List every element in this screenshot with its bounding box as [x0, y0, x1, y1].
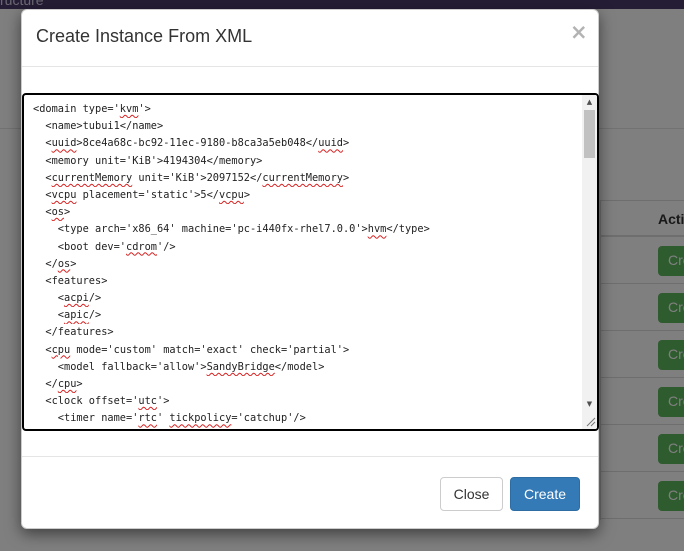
- scroll-thumb[interactable]: [584, 110, 595, 158]
- xml-line: <timer name='rtc' tickpolicy='catchup'/>: [33, 412, 306, 425]
- resize-grip-icon[interactable]: [584, 415, 596, 427]
- xml-line: <memory unit='KiB'>4194304</memory>: [33, 154, 263, 167]
- modal-header: Create Instance From XML ×: [22, 10, 598, 67]
- xml-line: <cpu mode='custom' match='exact' check='…: [33, 343, 350, 356]
- xml-line: </features>: [33, 326, 114, 339]
- scroll-up-arrow-icon[interactable]: ▲: [582, 95, 597, 109]
- xml-line: <boot dev='cdrom'/>: [33, 240, 176, 253]
- xml-line: </os>: [33, 257, 77, 270]
- xml-line: <domain type='kvm'>: [33, 103, 151, 115]
- editor-scrollbar[interactable]: ▲ ▼: [582, 95, 597, 429]
- xml-content: <domain type='kvm'> <name>tubui1</name> …: [33, 101, 581, 428]
- xml-textarea[interactable]: <domain type='kvm'> <name>tubui1</name> …: [22, 93, 599, 431]
- modal-title: Create Instance From XML: [36, 26, 253, 46]
- xml-line: <vcpu placement='static'>5</vcpu>: [33, 188, 251, 201]
- xml-line: <acpi/>: [33, 292, 102, 305]
- xml-line: <uuid>8ce4a68c-bc92-11ec-9180-b8ca3a5eb0…: [33, 137, 350, 150]
- modal-footer: Close Create: [22, 456, 598, 528]
- xml-line: <model fallback='allow'>SandyBridge</mod…: [33, 360, 325, 373]
- close-button[interactable]: Close: [440, 477, 503, 511]
- xml-line: <type arch='x86_64' machine='pc-i440fx-r…: [33, 223, 430, 236]
- create-instance-modal: Create Instance From XML × <domain type=…: [21, 9, 599, 529]
- xml-line: <os>: [33, 206, 71, 219]
- xml-line: </cpu>: [33, 378, 83, 390]
- scroll-down-arrow-icon[interactable]: ▼: [582, 397, 597, 411]
- xml-line: <currentMemory unit='KiB'>2097152</curre…: [33, 171, 350, 184]
- create-button[interactable]: Create: [510, 477, 580, 511]
- xml-line: <name>tubui1</name>: [33, 120, 164, 133]
- xml-line: <apic/>: [33, 309, 102, 322]
- close-icon[interactable]: ×: [570, 22, 588, 43]
- xml-line: <clock offset='utc'>: [33, 395, 170, 408]
- xml-line: <features>: [33, 274, 108, 287]
